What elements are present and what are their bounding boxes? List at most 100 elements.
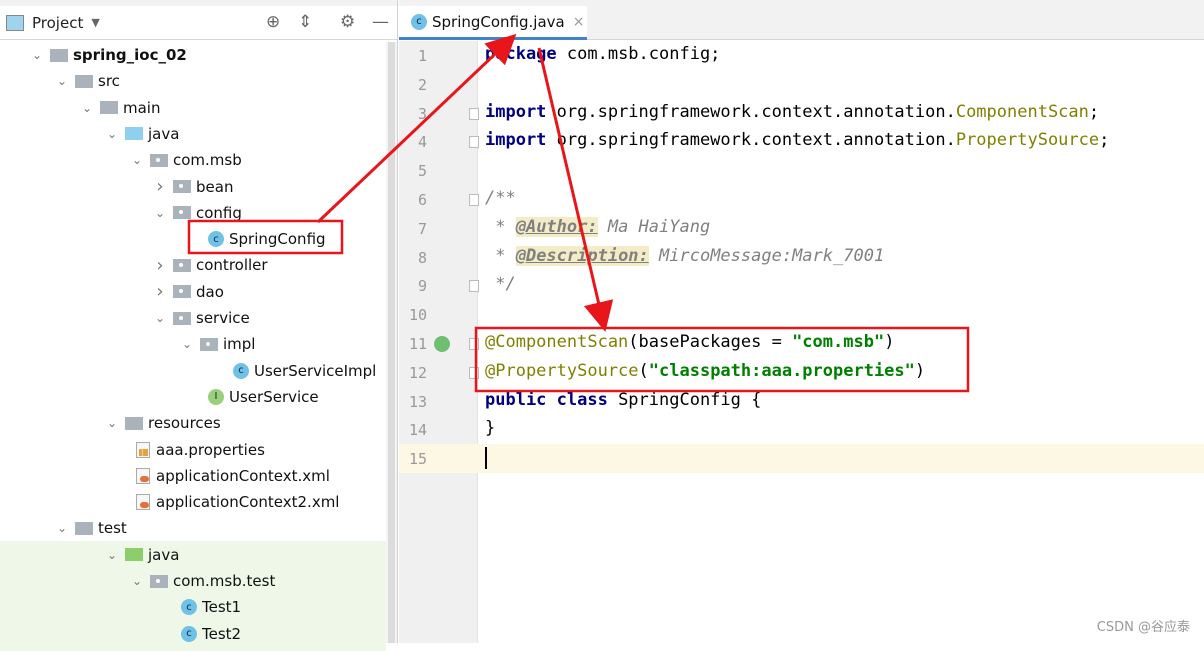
chevron-down-icon[interactable]: ⌄ — [153, 311, 167, 325]
code-token: Ma HaiYang — [597, 216, 711, 237]
chevron-down-icon[interactable]: ⌄ — [30, 48, 44, 62]
chevron-down-icon[interactable]: ⌄ — [55, 521, 69, 535]
tree-item[interactable]: ⌄ spring_ioc_02 — [30, 42, 187, 68]
tree-item[interactable]: › dao — [153, 279, 224, 305]
chevron-down-icon[interactable]: ⌄ — [153, 206, 167, 220]
code-token: (basePackages = — [628, 332, 793, 352]
tree-item-label: config — [196, 203, 242, 222]
project-tree: ⌄ spring_ioc_02 ⌄ src ⌄ main ⌄ java ⌄ com.msb › bea… — [0, 42, 386, 651]
code-token: ( — [638, 360, 649, 381]
tree-item-label: UserService — [229, 387, 319, 406]
tree-item[interactable]: ⌄ test — [55, 515, 127, 541]
folder-icon — [100, 101, 118, 115]
tree-item-label: test — [98, 519, 127, 538]
tree-item[interactable]: c UserServiceImpl — [205, 358, 376, 384]
chevron-down-icon[interactable]: ⌄ — [105, 416, 119, 430]
code-line[interactable]: * @Description: MircoMessage:Mark_7001 — [485, 245, 884, 266]
chevron-right-icon[interactable]: › — [153, 281, 167, 302]
tree-item-label: bean — [196, 177, 234, 196]
package-icon — [173, 311, 191, 325]
fold-marker-icon[interactable] — [469, 366, 479, 379]
tree-item[interactable]: ⌄ main — [80, 95, 161, 121]
collapse-all-icon[interactable]: ⇕ — [298, 12, 312, 32]
tree-item[interactable]: applicationContext.xml — [130, 463, 330, 489]
test-class-icon: c — [181, 625, 197, 642]
chevron-down-icon[interactable]: ⌄ — [130, 153, 144, 167]
chevron-down-icon[interactable]: ⌄ — [55, 74, 69, 88]
tree-item[interactable]: ⌄ com.msb.test — [130, 568, 275, 594]
chevron-down-icon[interactable]: ⌄ — [105, 127, 119, 141]
line-number: 6 — [417, 191, 427, 209]
tree-item[interactable]: ⌄ config — [153, 200, 242, 226]
properties-file-icon — [136, 441, 150, 458]
tree-item[interactable]: applicationContext2.xml — [130, 489, 339, 515]
tree-item-label: applicationContext2.xml — [156, 493, 340, 512]
class-icon: c — [208, 231, 224, 248]
tree-scrollbar[interactable] — [386, 42, 397, 643]
text-caret — [485, 447, 487, 470]
tree-item[interactable]: ⌄ impl — [180, 331, 256, 357]
fold-marker-icon[interactable] — [469, 280, 479, 293]
tree-item-label: com.msb — [173, 151, 242, 170]
tree-item-label: java — [148, 124, 180, 143]
package-icon — [200, 337, 218, 351]
code-line[interactable]: * @Author: Ma HaiYang — [485, 216, 711, 237]
gear-icon[interactable]: ⚙ — [340, 12, 355, 32]
editor: c SpringConfig.java × 1 package com.msb.c… — [399, 0, 1204, 643]
tree-item[interactable]: ⌄ java — [105, 121, 179, 147]
code-line[interactable]: @PropertySource("classpath:aaa.propertie… — [485, 361, 925, 381]
code-line[interactable]: import org.springframework.context.annot… — [485, 102, 1099, 122]
chevron-down-icon[interactable]: ⌄ — [105, 548, 119, 562]
code-token: @Author: — [515, 216, 598, 237]
chevron-down-icon[interactable]: ⌄ — [80, 101, 94, 115]
chevron-right-icon[interactable]: › — [153, 176, 167, 197]
code-line[interactable]: import org.springframework.context.annot… — [485, 130, 1109, 150]
test-folder-icon — [125, 548, 143, 562]
tree-item[interactable]: ⌄ src — [55, 68, 120, 94]
tree-item[interactable]: c Test1 — [153, 594, 241, 620]
spring-bean-gutter-icon[interactable] — [434, 336, 450, 352]
code-token: package — [485, 44, 557, 64]
fold-marker-icon[interactable] — [469, 194, 479, 206]
tree-item[interactable]: aaa.properties — [130, 437, 265, 463]
code-token: org.springframework.context.annotation. — [546, 101, 956, 122]
tab-springconfig-java[interactable]: c SpringConfig.java × — [399, 6, 587, 40]
code-line[interactable]: } — [485, 418, 495, 438]
code-token: ) — [884, 332, 895, 352]
line-number: 9 — [417, 277, 427, 296]
tree-item[interactable]: ⌄ service — [153, 305, 250, 331]
minimize-icon[interactable]: — — [372, 12, 389, 32]
close-tab-icon[interactable]: × — [573, 14, 585, 30]
code-line[interactable]: package com.msb.config; — [485, 44, 720, 64]
locate-icon[interactable]: ⊕ — [266, 12, 280, 32]
project-view-dropdown[interactable]: Project — [32, 14, 83, 32]
code-line[interactable]: public class SpringConfig { — [485, 390, 761, 410]
chevron-right-icon[interactable]: › — [153, 255, 167, 276]
editor-tabs: c SpringConfig.java × — [399, 0, 1204, 40]
code-token: "com.msb" — [792, 332, 885, 352]
tree-item-label: aaa.properties — [156, 440, 265, 459]
code-line[interactable]: /** — [485, 188, 516, 208]
package-icon — [173, 206, 191, 220]
code-line[interactable]: */ — [485, 274, 515, 294]
tree-item[interactable]: › controller — [153, 252, 267, 278]
line-number: 2 — [417, 75, 427, 94]
tree-item[interactable]: c SpringConfig — [180, 226, 326, 252]
tree-item[interactable]: ⌄ com.msb — [130, 147, 242, 173]
class-icon: c — [411, 13, 427, 30]
code-line[interactable] — [485, 447, 487, 470]
tree-item[interactable]: I UserService — [180, 384, 319, 410]
chevron-down-icon[interactable]: ▼ — [91, 16, 99, 29]
fold-marker-icon[interactable] — [469, 107, 479, 120]
package-icon — [173, 180, 191, 193]
tree-item-label: com.msb.test — [173, 572, 276, 590]
fold-marker-icon[interactable] — [469, 338, 479, 350]
chevron-down-icon[interactable]: ⌄ — [180, 337, 194, 351]
tree-item[interactable]: › bean — [153, 174, 233, 200]
tree-item-label: service — [196, 309, 250, 327]
fold-marker-icon[interactable] — [469, 136, 479, 149]
code-line[interactable]: @ComponentScan(basePackages = "com.msb") — [485, 332, 894, 352]
tree-item[interactable]: ⌄ resources — [105, 410, 221, 436]
tree-item[interactable]: ⌄ java — [105, 542, 179, 568]
chevron-down-icon[interactable]: ⌄ — [130, 574, 144, 588]
